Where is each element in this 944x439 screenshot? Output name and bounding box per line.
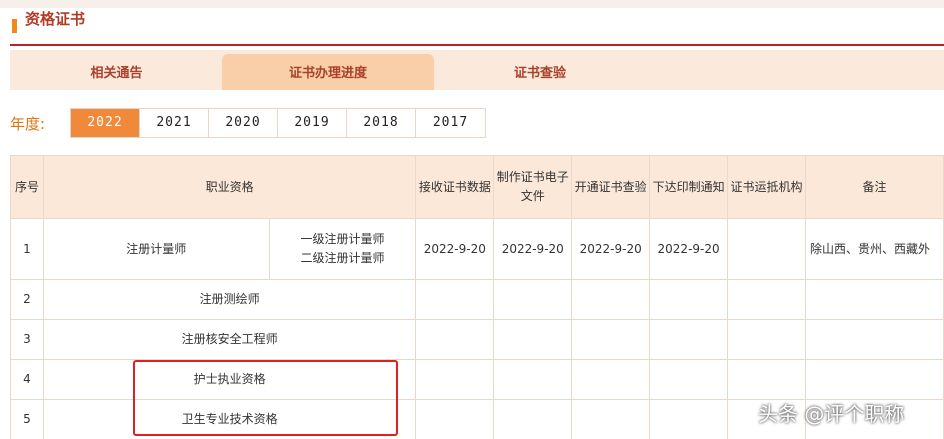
year-option-2017[interactable]: 2017	[416, 109, 485, 137]
header-note: 备注	[804, 155, 944, 219]
empty-cell	[571, 399, 651, 439]
empty-cell	[649, 359, 729, 400]
tab-bar: 相关通告 证书办理进度 证书查验	[10, 50, 944, 90]
empty-cell	[493, 359, 573, 400]
row-index: 1	[10, 218, 44, 280]
sub-qualification: 二级注册计量师	[300, 251, 385, 265]
empty-cell	[571, 359, 651, 400]
row-index: 5	[10, 399, 44, 439]
empty-cell	[571, 279, 651, 320]
row-make-date: 2022-9-20	[493, 218, 573, 280]
empty-cell	[804, 279, 944, 320]
header-receive: 接收证书数据	[415, 155, 495, 219]
row-qualification: 卫生专业技术资格	[42, 399, 417, 439]
row-issue-date: 2022-9-20	[649, 218, 729, 280]
empty-cell	[649, 319, 729, 360]
year-label: 年度:	[10, 115, 46, 133]
row-receive-date: 2022-9-20	[415, 218, 495, 280]
watermark: 头条 @评个职称	[758, 402, 905, 426]
year-option-2020[interactable]: 2020	[209, 109, 278, 137]
year-selector: 2022 2021 2020 2019 2018 2017	[70, 108, 486, 138]
table-row: 4 护士执业资格	[10, 359, 944, 400]
empty-cell	[415, 359, 495, 400]
empty-cell	[415, 279, 495, 320]
table-row: 3 注册核安全工程师	[10, 319, 944, 360]
row-index: 4	[10, 359, 44, 400]
section-accent-bar	[12, 19, 17, 33]
empty-cell	[804, 359, 944, 400]
tab-certificate-progress[interactable]: 证书办理进度	[222, 54, 434, 90]
sub-qualification: 一级注册计量师	[300, 232, 385, 246]
empty-cell	[727, 319, 806, 360]
empty-cell	[493, 279, 573, 320]
empty-cell	[727, 359, 806, 400]
table-row: 1 注册计量师 一级注册计量师 二级注册计量师 2022-9-20 2022-9…	[10, 218, 944, 280]
row-qualification: 护士执业资格	[42, 359, 417, 400]
row-index: 3	[10, 319, 44, 360]
header-make: 制作证书电子文件	[493, 155, 573, 219]
year-option-2019[interactable]: 2019	[278, 109, 347, 137]
row-ship-date	[727, 218, 806, 280]
header-index: 序号	[10, 155, 44, 219]
empty-cell	[571, 319, 651, 360]
tab-certificate-verify[interactable]: 证书查验	[435, 54, 645, 90]
row-open-date: 2022-9-20	[571, 218, 651, 280]
row-index: 2	[10, 279, 44, 320]
empty-cell	[493, 319, 573, 360]
row-qualification: 注册测绘师	[42, 279, 417, 320]
section-title: 资格证书	[25, 10, 86, 28]
empty-cell	[727, 279, 806, 320]
year-option-2018[interactable]: 2018	[347, 109, 416, 137]
row-sub-qualifications: 一级注册计量师 二级注册计量师	[268, 218, 417, 280]
header-open: 开通证书查验	[571, 155, 651, 219]
row-qualification: 注册计量师	[42, 218, 270, 280]
section-header	[10, 8, 944, 46]
year-option-2022[interactable]: 2022	[71, 109, 140, 137]
empty-cell	[804, 319, 944, 360]
empty-cell	[493, 399, 573, 439]
certificate-progress-table: 序号 职业资格 接收证书数据 制作证书电子文件 开通证书查验 下达印制通知 证书…	[10, 155, 944, 439]
tab-notices[interactable]: 相关通告	[12, 54, 221, 90]
table-header-row: 序号 职业资格 接收证书数据 制作证书电子文件 开通证书查验 下达印制通知 证书…	[10, 155, 944, 219]
year-option-2021[interactable]: 2021	[140, 109, 209, 137]
header-qualification: 职业资格	[42, 155, 417, 219]
table-row: 2 注册测绘师	[10, 279, 944, 320]
empty-cell	[415, 319, 495, 360]
empty-cell	[415, 399, 495, 439]
row-qualification: 注册核安全工程师	[42, 319, 417, 360]
empty-cell	[649, 279, 729, 320]
empty-cell	[649, 399, 729, 439]
header-issue: 下达印制通知	[649, 155, 729, 219]
row-note: 除山西、贵州、西藏外	[804, 218, 944, 280]
header-ship: 证书运抵机构	[727, 155, 806, 219]
top-band	[0, 0, 944, 8]
